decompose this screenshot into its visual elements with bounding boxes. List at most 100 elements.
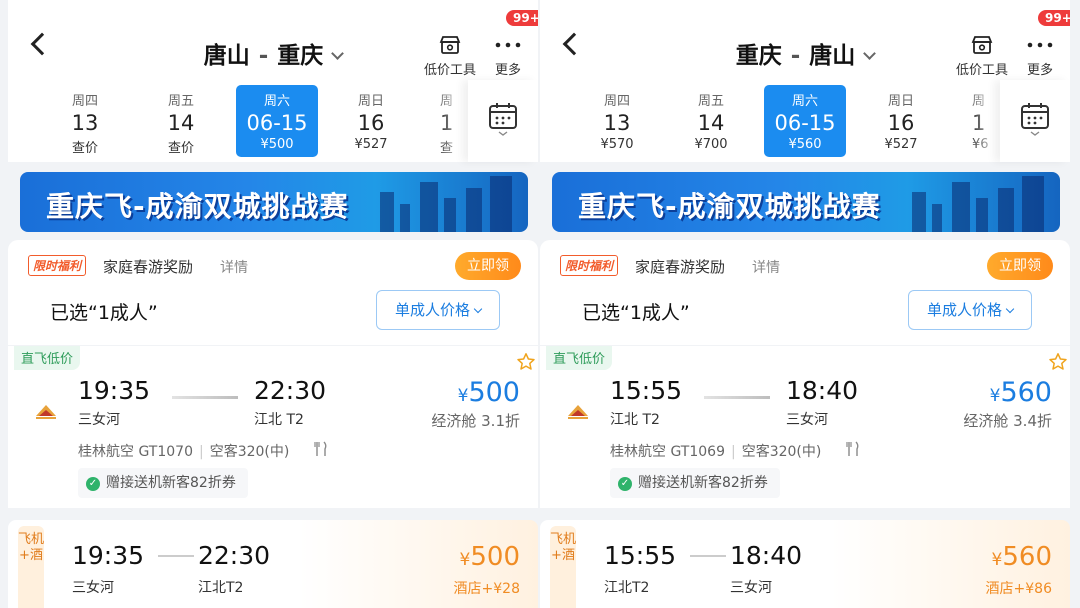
check-icon: ✓ — [618, 477, 632, 491]
date-price: 查价 — [167, 141, 194, 156]
date-item-selected[interactable]: 周六 06-15 ¥560 — [764, 85, 846, 157]
promo-section: 限时福利 家庭春游奖励 详情 立即领 已选“1成人” 单成人价格 — [8, 240, 538, 345]
price-value: 500 — [468, 377, 520, 408]
currency-symbol: ¥ — [457, 386, 469, 406]
date-item[interactable]: 周五 14 ¥700 — [670, 85, 752, 157]
coupon-chip[interactable]: ✓ 赠接送机新客82折券 — [78, 468, 248, 498]
price-value: 560 — [1000, 377, 1052, 408]
price-type-label: 单成人价格 — [926, 301, 1002, 319]
flight-arrow — [172, 396, 238, 399]
meal-icon — [314, 441, 328, 461]
price-type-dropdown[interactable]: 单成人价格 — [908, 290, 1032, 330]
star-icon[interactable] — [516, 352, 536, 376]
package-hotel-extra: 酒店+¥28 — [453, 581, 520, 597]
date-day: 06-15 — [774, 111, 836, 135]
low-price-tool-label: 低价工具 — [955, 63, 1008, 78]
notification-badge: 99+ — [1038, 10, 1070, 26]
flight-card[interactable]: 直飞低价 19:35 三女河 22:30 江北 T2 ¥500 经济舱 3.1折… — [8, 346, 538, 508]
cabin-discount: 经济舱 3.4折 — [963, 412, 1052, 430]
date-weekday: 周日 — [357, 94, 384, 109]
calendar-button[interactable] — [1000, 80, 1070, 162]
date-item[interactable]: 周四 13 查价 — [44, 85, 126, 157]
arrival-time: 22:30 — [254, 376, 327, 405]
date-day: 13 — [603, 111, 631, 135]
package-price-value: 560 — [1002, 542, 1052, 572]
departure-airport: 三女河 — [78, 412, 120, 428]
date-item[interactable]: 周日 16 ¥527 — [860, 85, 942, 157]
limited-offer-tag: 限时福利 — [560, 255, 619, 276]
flight-hotel-package-card[interactable]: 飞机+酒 19:35 三女河 22:30 江北T2 ¥500 酒店+¥28 — [8, 520, 538, 608]
banner-text: 重庆飞-成渝双城挑战赛 — [46, 190, 349, 223]
currency-symbol: ¥ — [459, 550, 471, 570]
chevron-down-icon — [473, 304, 483, 314]
package-side-label: 飞机+酒 — [18, 526, 44, 608]
header: 重庆 ⁃ 唐山 低价工具 更多 99+ — [540, 0, 1070, 80]
promo-detail-link[interactable]: 详情 — [220, 257, 248, 277]
flight-info: 桂林航空 GT1070 | 空客320(中) — [78, 444, 290, 460]
date-day: 14 — [697, 111, 725, 135]
more-label: 更多 — [1026, 63, 1053, 78]
banner-decor — [976, 198, 988, 232]
date-day: 16 — [887, 111, 915, 135]
airline-flight-number: 桂林航空 GT1070 — [78, 444, 193, 460]
more-dots-icon — [483, 34, 533, 56]
flight-card[interactable]: 直飞低价 15:55 江北 T2 18:40 三女河 ¥560 经济舱 3.4折… — [540, 346, 1070, 508]
aircraft-type: 空客320(中) — [209, 444, 290, 460]
package-arrow — [690, 555, 726, 557]
claim-button[interactable]: 立即领 — [455, 252, 521, 280]
date-price: ¥560 — [788, 137, 822, 152]
meal-icon — [846, 441, 860, 461]
date-item-selected[interactable]: 周六 06-15 ¥500 — [236, 85, 318, 157]
date-day: 06-15 — [246, 111, 308, 135]
package-departure-time: 15:55 — [604, 541, 677, 570]
price-type-label: 单成人价格 — [394, 301, 470, 319]
airline-flight-number: 桂林航空 GT1069 — [610, 444, 725, 460]
package-arrival-time: 22:30 — [198, 541, 271, 570]
limited-offer-tag: 限时福利 — [28, 255, 87, 276]
promo-section: 限时福利 家庭春游奖励 详情 立即领 已选“1成人” 单成人价格 — [540, 240, 1070, 345]
flight-hotel-package-card[interactable]: 飞机+酒 15:55 江北T2 18:40 三女河 ¥560 酒店+¥86 — [540, 520, 1070, 608]
promo-banner[interactable]: 重庆飞-成渝双城挑战赛 — [552, 172, 1060, 232]
calendar-button[interactable] — [468, 80, 538, 162]
claim-button[interactable]: 立即领 — [987, 252, 1053, 280]
more-button[interactable]: 更多 — [1015, 34, 1065, 78]
package-arrival-airport: 三女河 — [730, 580, 772, 596]
low-price-tool-button[interactable]: 低价工具 — [420, 34, 480, 78]
price-type-dropdown[interactable]: 单成人价格 — [376, 290, 500, 330]
promo-detail-link[interactable]: 详情 — [752, 257, 780, 277]
banner-decor — [952, 182, 970, 232]
date-item[interactable]: 周五 14 查价 — [140, 85, 222, 157]
package-departure-airport: 三女河 — [72, 580, 114, 596]
promo-title: 家庭春游奖励 — [103, 258, 194, 276]
aircraft-type: 空客320(中) — [741, 444, 822, 460]
date-weekday: 周日 — [887, 94, 914, 109]
flight-search-panel-outbound: 唐山 ⁃ 重庆 低价工具 更多 99+ 周四 13 查价 周五 14 查价 周六… — [8, 0, 538, 608]
package-price-value: 500 — [470, 542, 520, 572]
date-weekday: 周六 — [791, 94, 818, 109]
date-weekday: 周五 — [167, 94, 194, 109]
flight-search-panel-return: 重庆 ⁃ 唐山 低价工具 更多 99+ 周四 13 ¥570 周五 14 ¥70… — [540, 0, 1070, 608]
date-weekday: 周六 — [263, 94, 290, 109]
low-price-tool-button[interactable]: 低价工具 — [952, 34, 1012, 78]
date-day: 14 — [167, 111, 195, 135]
date-price: ¥700 — [694, 137, 728, 152]
promo-banner[interactable]: 重庆飞-成渝双城挑战赛 — [20, 172, 528, 232]
package-side-label: 飞机+酒 — [550, 526, 576, 608]
more-button[interactable]: 更多 — [483, 34, 533, 78]
chevron-down-icon — [331, 47, 345, 60]
coupon-chip[interactable]: ✓ 赠接送机新客82折券 — [610, 468, 780, 498]
date-price: 查价 — [71, 141, 98, 156]
date-price: ¥570 — [600, 137, 634, 152]
direct-flight-tag: 直飞低价 — [546, 346, 613, 370]
more-dots-icon — [1015, 34, 1065, 56]
departure-time: 15:55 — [610, 376, 683, 405]
date-item[interactable]: 周日 16 ¥527 — [330, 85, 412, 157]
banner-decor — [490, 176, 512, 232]
calendar-icon — [1020, 102, 1050, 142]
date-selector: 周四 13 查价 周五 14 查价 周六 06-15 ¥500 周日 16 ¥5… — [8, 80, 538, 162]
calendar-icon — [488, 102, 518, 142]
date-selector: 周四 13 ¥570 周五 14 ¥700 周六 06-15 ¥560 周日 1… — [540, 80, 1070, 162]
star-icon[interactable] — [1048, 352, 1068, 376]
selected-passengers: 已选“1成人” — [582, 302, 690, 324]
date-item[interactable]: 周四 13 ¥570 — [576, 85, 658, 157]
